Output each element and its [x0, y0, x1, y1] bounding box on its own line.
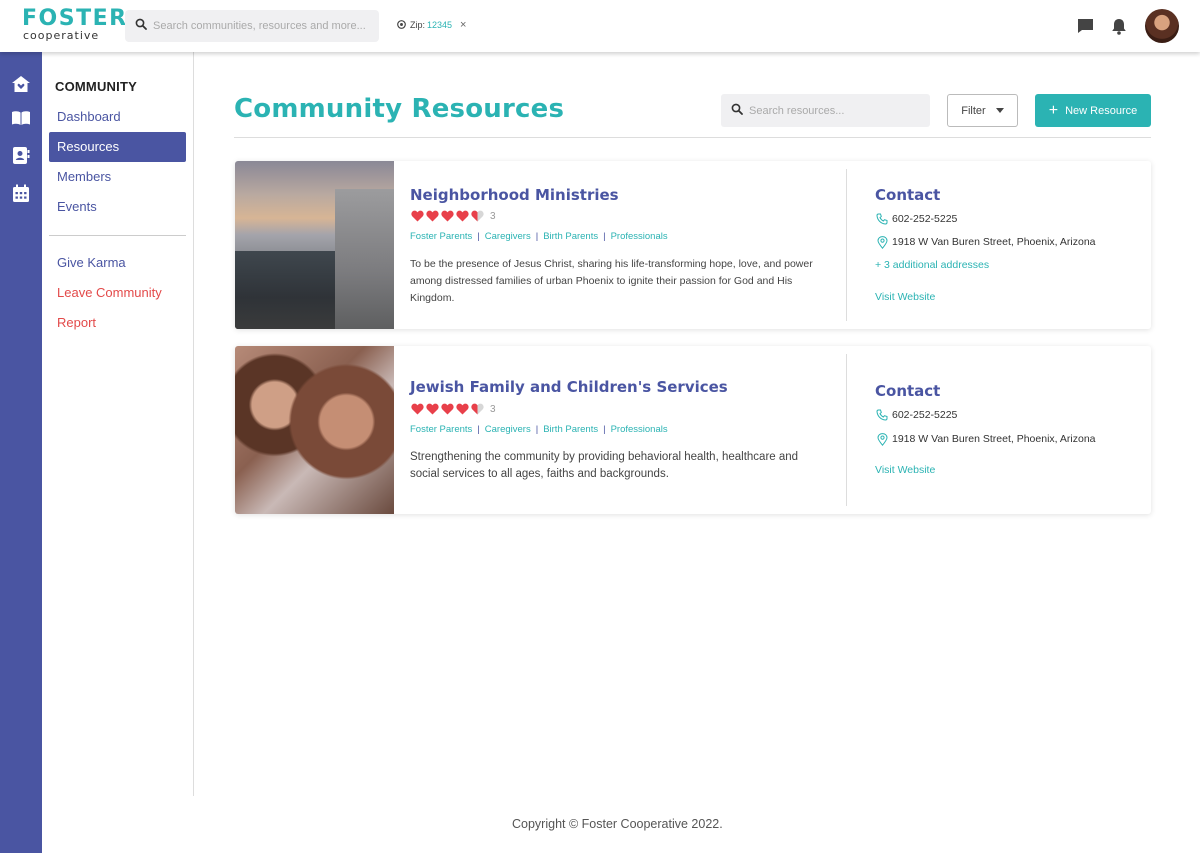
tag-birth-parents[interactable]: Birth Parents [543, 424, 598, 435]
tag-birth-parents[interactable]: Birth Parents [543, 231, 598, 242]
half-heart-icon [470, 210, 484, 222]
sidebar-item-dashboard[interactable]: Dashboard [49, 102, 186, 132]
sidebar-item-members[interactable]: Members [49, 162, 186, 192]
tag-professionals[interactable]: Professionals [611, 231, 668, 242]
contact-title: Contact [875, 382, 941, 400]
sidebar-heading: COMMUNITY [55, 79, 137, 94]
global-search-input[interactable] [153, 20, 368, 32]
tag-foster-parents[interactable]: Foster Parents [410, 231, 472, 242]
search-icon [731, 102, 743, 120]
heart-icon [440, 210, 454, 222]
card-divider [846, 169, 847, 321]
sidebar-divider [49, 235, 186, 236]
chat-icon[interactable] [1075, 16, 1095, 36]
tag-caregivers[interactable]: Caregivers [485, 231, 531, 242]
phone-number[interactable]: 602-252-5225 [892, 213, 957, 225]
logo-wordmark: FOSTER [22, 6, 128, 31]
rating: 3 [410, 403, 496, 415]
icon-rail [0, 52, 42, 853]
heart-icon [410, 210, 424, 222]
resource-image [235, 346, 394, 514]
address-line: 1918 W Van Buren Street, Phoenix, Arizon… [875, 432, 1096, 446]
book-icon[interactable] [11, 108, 31, 128]
logo-subtitle: cooperative [23, 29, 100, 42]
resource-card: Jewish Family and Children's Services 3 … [235, 346, 1151, 514]
tag-foster-parents[interactable]: Foster Parents [410, 424, 472, 435]
resource-card: Neighborhood Ministries 3 Foster Parents… [235, 161, 1151, 329]
heart-icon [425, 403, 439, 415]
heart-icon [410, 403, 424, 415]
sidebar-item-resources[interactable]: Resources [49, 132, 186, 162]
plus-icon: + [1048, 101, 1059, 119]
sidebar-item-report[interactable]: Report [49, 308, 186, 338]
avatar[interactable] [1145, 9, 1179, 43]
phone-line: 602-252-5225 [875, 408, 957, 422]
visit-website-link[interactable]: Visit Website [875, 464, 935, 476]
tag-professionals[interactable]: Professionals [611, 424, 668, 435]
page-title: Community Resources [234, 94, 565, 124]
sidebar-item-give-karma[interactable]: Give Karma [49, 248, 186, 278]
map-pin-icon [875, 432, 889, 446]
audience-tags: Foster Parents | Caregivers | Birth Pare… [410, 231, 668, 242]
heart-icon [425, 210, 439, 222]
footer-copyright: Copyright © Foster Cooperative 2022. [512, 817, 723, 831]
additional-addresses-link[interactable]: + 3 additional addresses [875, 259, 989, 271]
zip-value: 12345 [427, 20, 453, 30]
contact-title: Contact [875, 186, 941, 204]
heart-icon [440, 403, 454, 415]
rating-count: 3 [490, 403, 496, 415]
phone-number[interactable]: 602-252-5225 [892, 409, 957, 421]
search-icon [135, 17, 147, 35]
contact-panel: Contact 602-252-5225 1918 W Van Buren St… [875, 346, 1145, 514]
phone-icon [875, 212, 889, 226]
rating-count: 3 [490, 210, 496, 222]
top-bar: FOSTER cooperative Zip: 12345 × [0, 0, 1200, 52]
logo[interactable]: FOSTER cooperative [22, 6, 128, 42]
address-text: 1918 W Van Buren Street, Phoenix, Arizon… [892, 433, 1096, 445]
heart-icon [455, 403, 469, 415]
sidebar-item-events[interactable]: Events [49, 192, 186, 222]
heart-icon [455, 210, 469, 222]
zip-label: Zip: [410, 20, 426, 30]
address-text: 1918 W Van Buren Street, Phoenix, Arizon… [892, 236, 1096, 248]
audience-tags: Foster Parents | Caregivers | Birth Pare… [410, 424, 668, 435]
card-divider [846, 354, 847, 506]
resource-description: Strengthening the community by providing… [410, 451, 799, 480]
half-heart-icon [470, 403, 484, 415]
new-resource-label: New Resource [1065, 104, 1138, 117]
address-line: 1918 W Van Buren Street, Phoenix, Arizon… [875, 235, 1096, 249]
calendar-icon[interactable] [11, 183, 31, 203]
resource-description: To be the presence of Jesus Christ, shar… [410, 258, 813, 304]
resource-search-box[interactable] [721, 94, 930, 127]
close-icon[interactable]: × [460, 19, 466, 31]
zip-filter-chip: Zip: 12345 × [397, 19, 466, 31]
rating: 3 [410, 210, 496, 222]
visit-website-link[interactable]: Visit Website [875, 291, 935, 303]
sidebar: COMMUNITY Dashboard Resources Members Ev… [42, 52, 194, 796]
resource-search-input[interactable] [749, 104, 919, 117]
filter-label: Filter [961, 104, 986, 117]
resource-title[interactable]: Jewish Family and Children's Services [410, 378, 728, 396]
contact-panel: Contact 602-252-5225 1918 W Van Buren St… [875, 161, 1145, 329]
location-pin-icon [397, 19, 406, 31]
resource-image [235, 161, 394, 329]
sidebar-item-leave-community[interactable]: Leave Community [49, 278, 186, 308]
resource-title[interactable]: Neighborhood Ministries [410, 186, 619, 204]
phone-line: 602-252-5225 [875, 212, 957, 226]
map-pin-icon [875, 235, 889, 249]
contact-book-icon[interactable] [11, 145, 31, 165]
global-search-box[interactable] [125, 10, 379, 42]
bell-icon[interactable] [1109, 16, 1129, 36]
tag-caregivers[interactable]: Caregivers [485, 424, 531, 435]
community-home-icon[interactable] [11, 74, 31, 94]
filter-button[interactable]: Filter [947, 94, 1018, 127]
chevron-down-icon [995, 108, 1004, 113]
new-resource-button[interactable]: + New Resource [1035, 94, 1151, 127]
phone-icon [875, 408, 889, 422]
title-divider [234, 137, 1151, 138]
